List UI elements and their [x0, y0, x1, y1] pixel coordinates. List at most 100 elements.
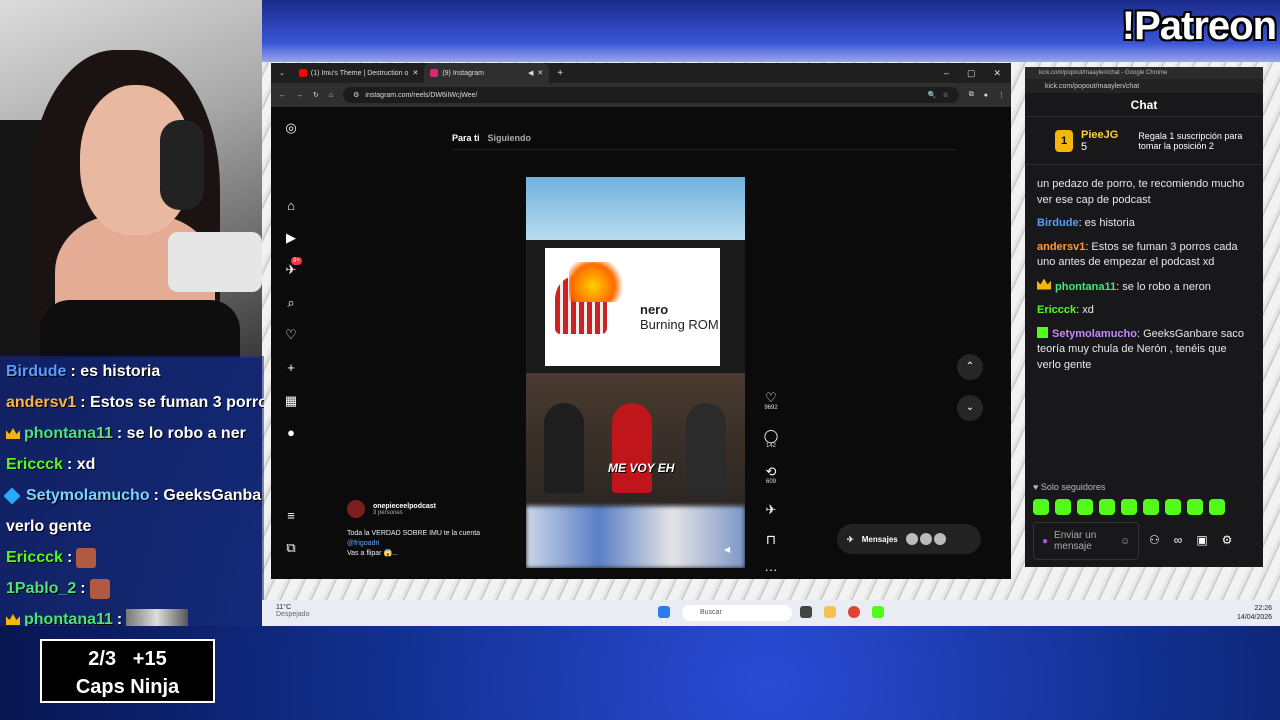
kick-url[interactable]: kick.com/popout/maaylen/chat — [1025, 79, 1263, 93]
heart-icon[interactable]: ♡ — [284, 328, 298, 342]
meta-apps-icon[interactable]: ⧉ — [284, 541, 298, 555]
file-explorer-icon[interactable] — [824, 606, 836, 618]
users-icon[interactable]: ⚇ — [1149, 533, 1160, 547]
new-tab-button[interactable]: + — [549, 68, 571, 79]
reels-icon[interactable]: ▶ — [284, 231, 298, 245]
reel-caption: Toda la VERDAD SOBRE IMU te la cuenta @f… — [347, 529, 480, 559]
tab-para-ti[interactable]: Para ti — [452, 133, 480, 143]
chat-input[interactable]: ● Enviar un mensaje ☺ — [1033, 522, 1139, 560]
more-menu-icon[interactable]: ≡ — [284, 509, 298, 523]
profile-avatar-icon[interactable]: ● — [284, 426, 298, 440]
instagram-logo-icon[interactable]: ◎ — [284, 121, 298, 135]
home-icon[interactable]: ⌂ — [329, 92, 333, 99]
author-name[interactable]: onepieceelpodcast — [373, 503, 436, 510]
kick-icon[interactable] — [872, 606, 884, 618]
next-reel-button[interactable]: ⌄ — [957, 395, 983, 421]
minimize-button[interactable]: – — [944, 68, 949, 79]
notification-badge: 9+ — [291, 257, 302, 265]
person-right — [686, 403, 726, 493]
author-collab[interactable]: 3 personas — [373, 510, 436, 516]
close-window-button[interactable]: ✕ — [993, 68, 1001, 79]
create-icon[interactable]: + — [284, 361, 298, 375]
repost-action[interactable]: ⟲ 609 — [761, 465, 781, 486]
caption-mention[interactable]: @frigoadri — [347, 539, 480, 549]
chrome-icon[interactable] — [848, 606, 860, 618]
clock[interactable]: 22:26 14/04/2026 — [1237, 604, 1272, 622]
chat-username: Ericcck — [6, 455, 63, 473]
chat-text: : es historia — [1078, 217, 1135, 229]
gift-cta[interactable]: Regala 1 suscripción para tomar la posic… — [1138, 131, 1248, 151]
link-icon[interactable]: ∞ — [1174, 533, 1183, 547]
chat-text: : — [116, 610, 123, 627]
tab-instagram[interactable]: (9) Instagram ◀ ✕ — [424, 63, 550, 83]
emote-icon[interactable] — [1055, 499, 1071, 515]
tab-youtube[interactable]: (1) Imu's Theme | Destruction o ✕ — [293, 63, 424, 83]
share-action[interactable]: ✈ — [761, 503, 781, 517]
nero-brand: nero — [640, 302, 669, 317]
gifter-name[interactable]: PieeJG — [1081, 129, 1118, 141]
extensions-icon[interactable]: ⧉ — [969, 91, 974, 99]
chat-username[interactable]: Setymolamucho — [1052, 328, 1137, 340]
crown-badge-icon — [1037, 278, 1051, 290]
site-info-icon[interactable]: ⚙ — [353, 91, 359, 99]
menu-icon[interactable]: ⋮ — [998, 91, 1011, 99]
task-view-icon[interactable] — [800, 606, 812, 618]
search-icon[interactable]: ⌕ — [284, 296, 298, 310]
emoji-icon[interactable]: ☺ — [1120, 536, 1130, 547]
tab-siguiendo[interactable]: Siguiendo — [488, 133, 532, 143]
weather-widget[interactable]: 11°C Despejado — [276, 604, 309, 618]
close-icon[interactable]: ✕ — [537, 69, 543, 77]
followers-only-label: Solo seguidores — [1040, 482, 1106, 492]
messages-button[interactable]: ✈ Mensajes — [837, 524, 981, 554]
chat-username[interactable]: andersv1 — [1037, 241, 1085, 253]
emote-icon[interactable] — [1099, 499, 1115, 515]
youtube-icon — [298, 69, 307, 77]
emote-icon[interactable] — [1187, 499, 1203, 515]
profile-icon[interactable]: ● — [984, 92, 988, 99]
bookmark-star-icon[interactable]: ☆ — [942, 91, 948, 99]
tab-menu-button[interactable]: ⌄ — [271, 63, 293, 83]
close-icon[interactable]: ✕ — [412, 69, 418, 77]
forward-icon[interactable]: → — [296, 92, 303, 99]
chat-username[interactable]: phontana11 — [1055, 281, 1116, 293]
emote-icon[interactable] — [1209, 499, 1225, 515]
reel-video[interactable]: nero Burning ROM ME VOY EH ◀ — [526, 177, 745, 568]
chat-username[interactable]: Ericcck — [1037, 304, 1076, 316]
save-action[interactable]: ⊓ — [761, 533, 781, 547]
more-action[interactable]: ··· — [761, 563, 781, 577]
chat-tools: ⚇ ∞ ▣ ⚙ — [1149, 533, 1232, 547]
chat-text: : — [66, 548, 73, 566]
emote-icon[interactable] — [1033, 499, 1049, 515]
home-icon[interactable]: ⌂ — [284, 199, 298, 213]
overlay-chat-line: phontana11: se lo robo a ner — [0, 418, 264, 449]
taskbar-search[interactable]: Buscar — [682, 605, 792, 621]
dashboard-icon[interactable]: ▦ — [284, 394, 298, 408]
like-action[interactable]: ♡ 9692 — [761, 391, 781, 412]
zoom-icon[interactable]: 🔍 — [928, 91, 937, 99]
url-field[interactable]: ⚙ instagram.com/reels/DW6iIWcjWee/ 🔍 ☆ — [343, 87, 959, 103]
emote-icon[interactable] — [1143, 499, 1159, 515]
reel-author[interactable]: onepieceelpodcast 3 personas — [347, 500, 436, 518]
direct-icon[interactable]: ✈ — [284, 263, 298, 277]
author-avatar[interactable] — [347, 500, 365, 518]
speaker-icon[interactable]: ◀ — [528, 69, 533, 77]
chat-username[interactable]: Birdude — [1037, 217, 1079, 229]
chat-message: andersv1: Estos se fuman 3 porros cada u… — [1037, 240, 1251, 271]
emote-icon[interactable] — [1077, 499, 1093, 515]
chat-text: : se lo robo a neron — [1116, 280, 1211, 293]
back-icon[interactable]: ← — [279, 92, 286, 99]
maximize-button[interactable]: ▢ — [967, 68, 976, 79]
microphone-icon[interactable]: ● — [1042, 536, 1048, 547]
reload-icon[interactable]: ↻ — [313, 91, 319, 99]
chat-username: phontana11 — [24, 424, 113, 442]
caps-count: 2/3 +15 — [88, 648, 167, 670]
emote-icon[interactable] — [1165, 499, 1181, 515]
settings-icon[interactable]: ⚙ — [1222, 533, 1233, 547]
mute-icon[interactable]: ◀ — [724, 545, 730, 554]
store-icon[interactable]: ▣ — [1196, 533, 1207, 547]
previous-reel-button[interactable]: ⌃ — [957, 354, 983, 380]
comment-action[interactable]: ◯ 142 — [761, 429, 781, 450]
start-icon[interactable] — [658, 606, 670, 618]
emote-icon[interactable] — [1121, 499, 1137, 515]
chrome-window: ⌄ (1) Imu's Theme | Destruction o ✕ (9) … — [271, 63, 1011, 579]
